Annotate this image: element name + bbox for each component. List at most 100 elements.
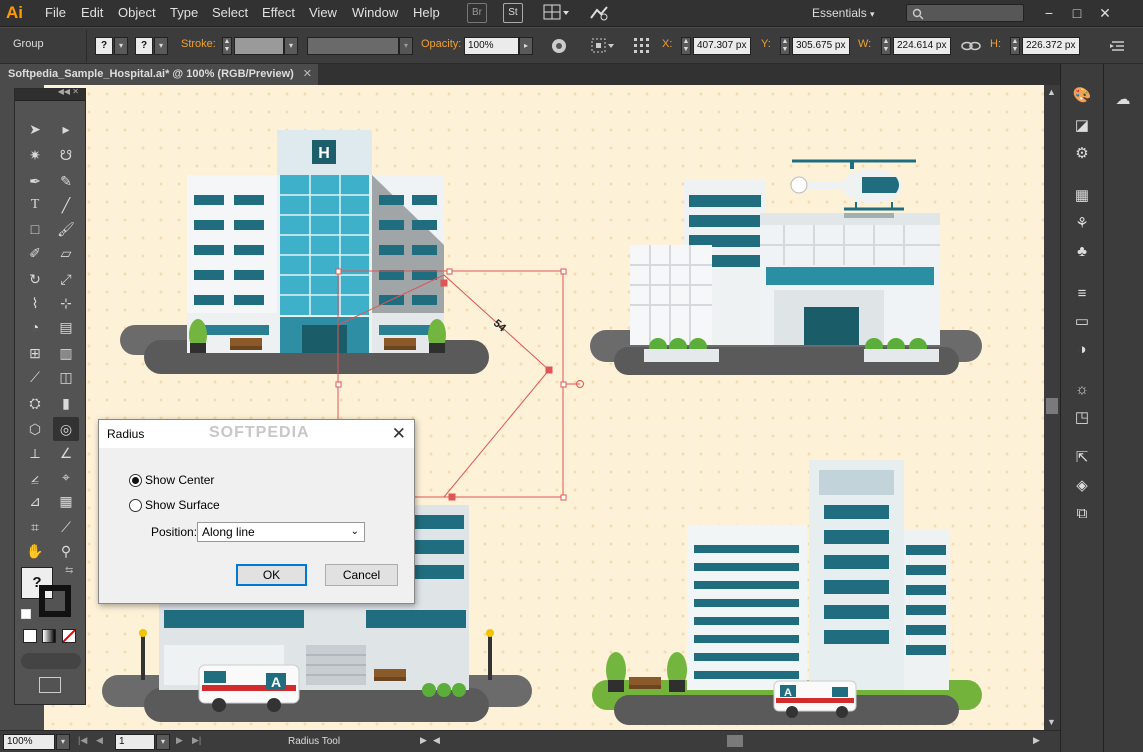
shaper-tool-icon[interactable]: ✐ xyxy=(22,241,48,265)
paintbrush-tool-icon[interactable]: 🖌 xyxy=(53,217,79,241)
grid-tool-icon[interactable]: ▦ xyxy=(53,489,79,513)
stroke-panel-icon[interactable]: ≡ xyxy=(1069,282,1095,306)
y-stepper[interactable]: ▲ ▼ xyxy=(780,37,790,55)
gradient-mode-icon[interactable] xyxy=(42,629,56,643)
w-stepper[interactable]: ▲ ▼ xyxy=(881,37,891,55)
free-transform-tool-icon[interactable]: ⊹ xyxy=(53,291,79,315)
appearance-icon[interactable]: ☼ xyxy=(1069,378,1095,402)
curvature-tool-icon[interactable]: ✎ xyxy=(53,169,79,193)
menu-file[interactable]: File xyxy=(45,0,66,27)
eyedropper-tool-icon[interactable]: ⟋ xyxy=(22,365,48,389)
none-mode-icon[interactable] xyxy=(62,629,76,643)
css-properties-icon[interactable]: ⚙ xyxy=(1069,142,1095,166)
zoom-tool-icon[interactable]: ⚲ xyxy=(53,539,79,563)
page-dropdown[interactable]: ▾ xyxy=(156,734,170,750)
profile-dropdown[interactable]: ▾ xyxy=(399,37,413,55)
bridge-icon[interactable]: Br xyxy=(467,3,487,23)
menu-help[interactable]: Help xyxy=(413,0,440,27)
symbols-icon[interactable]: ♣ xyxy=(1069,240,1095,264)
rectangle-tool-icon[interactable]: □ xyxy=(22,217,48,241)
prev-page-icon[interactable]: ◀ xyxy=(96,735,103,746)
scroll-down-icon[interactable]: ▼ xyxy=(1047,717,1056,727)
show-center-label[interactable]: Show Center xyxy=(145,473,214,487)
mesh-tool-icon[interactable]: ⊞ xyxy=(22,341,48,365)
reference-point-icon[interactable] xyxy=(632,36,652,56)
w-field[interactable]: 224.614 px xyxy=(893,37,951,55)
cc-libraries-icon[interactable]: ☁ xyxy=(1110,88,1136,112)
h-label[interactable]: H: xyxy=(990,38,1001,50)
rotate-tool-icon[interactable]: ↻ xyxy=(22,267,48,291)
export-icon[interactable]: ⇱ xyxy=(1069,446,1095,470)
x-label[interactable]: X: xyxy=(662,38,672,50)
next-page-icon[interactable]: ▶ xyxy=(176,735,183,746)
show-surface-radio[interactable] xyxy=(129,499,142,512)
align-to-icon[interactable] xyxy=(590,36,616,56)
swatches-icon[interactable]: ▦ xyxy=(1069,184,1095,208)
lasso-tool-icon[interactable]: ☋ xyxy=(53,143,79,167)
opacity-field[interactable]: 100% xyxy=(464,37,519,55)
scroll-right-icon[interactable]: ▶ xyxy=(1033,735,1040,746)
page-field[interactable]: 1 xyxy=(115,734,155,750)
scroll-up-icon[interactable]: ▲ xyxy=(1047,87,1056,97)
gradient-panel-icon[interactable]: ▭ xyxy=(1069,310,1095,334)
column-graph-tool-icon[interactable]: ▮ xyxy=(53,391,79,415)
scale-tool-icon[interactable]: ⤢ xyxy=(53,267,79,291)
default-colors-icon[interactable] xyxy=(21,609,31,619)
transparency-icon[interactable]: ◑ xyxy=(1069,338,1095,362)
stroke-weight-stepper[interactable]: ▲ ▼ xyxy=(222,37,232,55)
x-stepper[interactable]: ▲ ▼ xyxy=(681,37,691,55)
x-field[interactable]: 407.307 px xyxy=(693,37,751,55)
type-tool-icon[interactable]: T xyxy=(22,193,48,217)
horizontal-scroll-thumb[interactable] xyxy=(727,735,743,747)
variable-width-profile[interactable] xyxy=(307,37,399,55)
stroke-label[interactable]: Stroke: xyxy=(181,38,216,50)
perspective-grid-tool-icon[interactable]: ▤ xyxy=(53,315,79,339)
artboard-tool-icon[interactable]: ⬡ xyxy=(22,417,48,441)
drawing-modes[interactable] xyxy=(21,653,81,669)
swap-colors-icon[interactable]: ⇆ xyxy=(65,565,73,576)
show-center-radio[interactable] xyxy=(129,474,142,487)
hand-tool-icon[interactable]: ✋ xyxy=(22,539,48,563)
screen-mode-icon[interactable] xyxy=(39,677,61,693)
layers-icon[interactable]: ◈ xyxy=(1069,474,1095,498)
workspace-switcher[interactable]: Essentials ▾ xyxy=(812,0,875,27)
position-select[interactable]: Along line ⌄ xyxy=(197,522,365,542)
stroke-swatch[interactable]: ? xyxy=(135,37,153,55)
transform-tool-icon[interactable]: ⌖ xyxy=(53,465,79,489)
menu-effect[interactable]: Effect xyxy=(262,0,295,27)
panel-menu-icon[interactable] xyxy=(1108,38,1128,54)
blend-tool-icon[interactable]: ◫ xyxy=(53,365,79,389)
width-tool-icon[interactable]: ⌇ xyxy=(22,291,48,315)
stroke-color-dropdown[interactable]: ▾ xyxy=(154,37,168,55)
shape-builder-tool-icon[interactable]: ◔ xyxy=(22,315,48,339)
status-menu-icon[interactable]: ▶ xyxy=(420,735,427,746)
graphic-styles-icon[interactable]: ◳ xyxy=(1069,406,1095,430)
cancel-button[interactable]: Cancel xyxy=(325,564,398,586)
recolor-artwork-icon[interactable] xyxy=(550,37,568,55)
arrange-documents-icon[interactable] xyxy=(543,4,571,22)
menu-view[interactable]: View xyxy=(309,0,337,27)
last-page-icon[interactable]: ▶| xyxy=(192,735,201,746)
ok-button[interactable]: OK xyxy=(236,564,307,586)
dialog-close-icon[interactable]: ✕ xyxy=(392,420,406,448)
knife-tool-icon[interactable]: ⟋ xyxy=(53,515,79,539)
symbol-sprayer-tool-icon[interactable]: ⛭ xyxy=(22,391,48,415)
tools-panel-header[interactable]: ◀◀ ✕ xyxy=(15,87,85,101)
ruler-tool-icon[interactable]: ⊿ xyxy=(22,489,48,513)
first-page-icon[interactable]: |◀ xyxy=(78,735,87,746)
zoom-dropdown[interactable]: ▾ xyxy=(56,734,70,750)
zoom-field[interactable]: 100% xyxy=(3,734,55,750)
close-window-button[interactable]: ✕ xyxy=(1092,0,1118,27)
menu-object[interactable]: Object xyxy=(118,0,156,27)
measure-tool-icon[interactable]: ⦤ xyxy=(22,465,48,489)
scroll-left-icon[interactable]: ◀ xyxy=(433,735,440,746)
vertical-scrollbar[interactable]: ▲ ▼ xyxy=(1044,85,1060,730)
w-label[interactable]: W: xyxy=(858,38,871,50)
h-field[interactable]: 226.372 px xyxy=(1022,37,1080,55)
eraser-tool-icon[interactable]: ▱ xyxy=(53,241,79,265)
brushes-icon[interactable]: ⚘ xyxy=(1069,212,1095,236)
fill-dropdown[interactable]: ▾ xyxy=(114,37,128,55)
stroke-color-swatch[interactable] xyxy=(39,585,71,617)
maximize-button[interactable]: □ xyxy=(1064,0,1090,27)
h-stepper[interactable]: ▲ ▼ xyxy=(1010,37,1020,55)
